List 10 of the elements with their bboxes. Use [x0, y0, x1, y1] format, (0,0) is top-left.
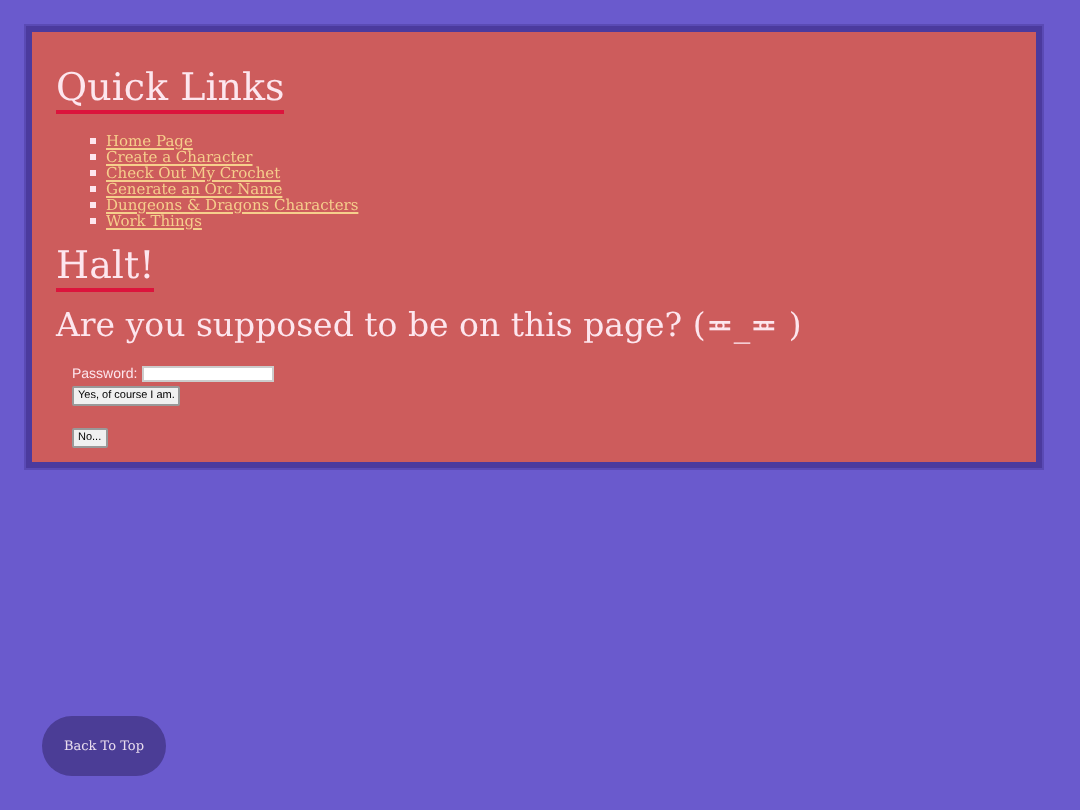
bullet-icon — [90, 170, 96, 177]
password-field[interactable] — [141, 366, 274, 383]
quick-links-heading: Quick Links — [56, 68, 285, 114]
question-heading: Are you supposed to be on this page? (≖_≖ ) — [56, 303, 804, 347]
bullet-icon — [90, 202, 96, 209]
halt-heading: Halt! — [56, 245, 155, 292]
bullet-icon — [90, 138, 96, 145]
bullet-icon — [90, 186, 96, 193]
bullet-icon — [90, 218, 96, 225]
bullet-icon — [90, 154, 96, 161]
